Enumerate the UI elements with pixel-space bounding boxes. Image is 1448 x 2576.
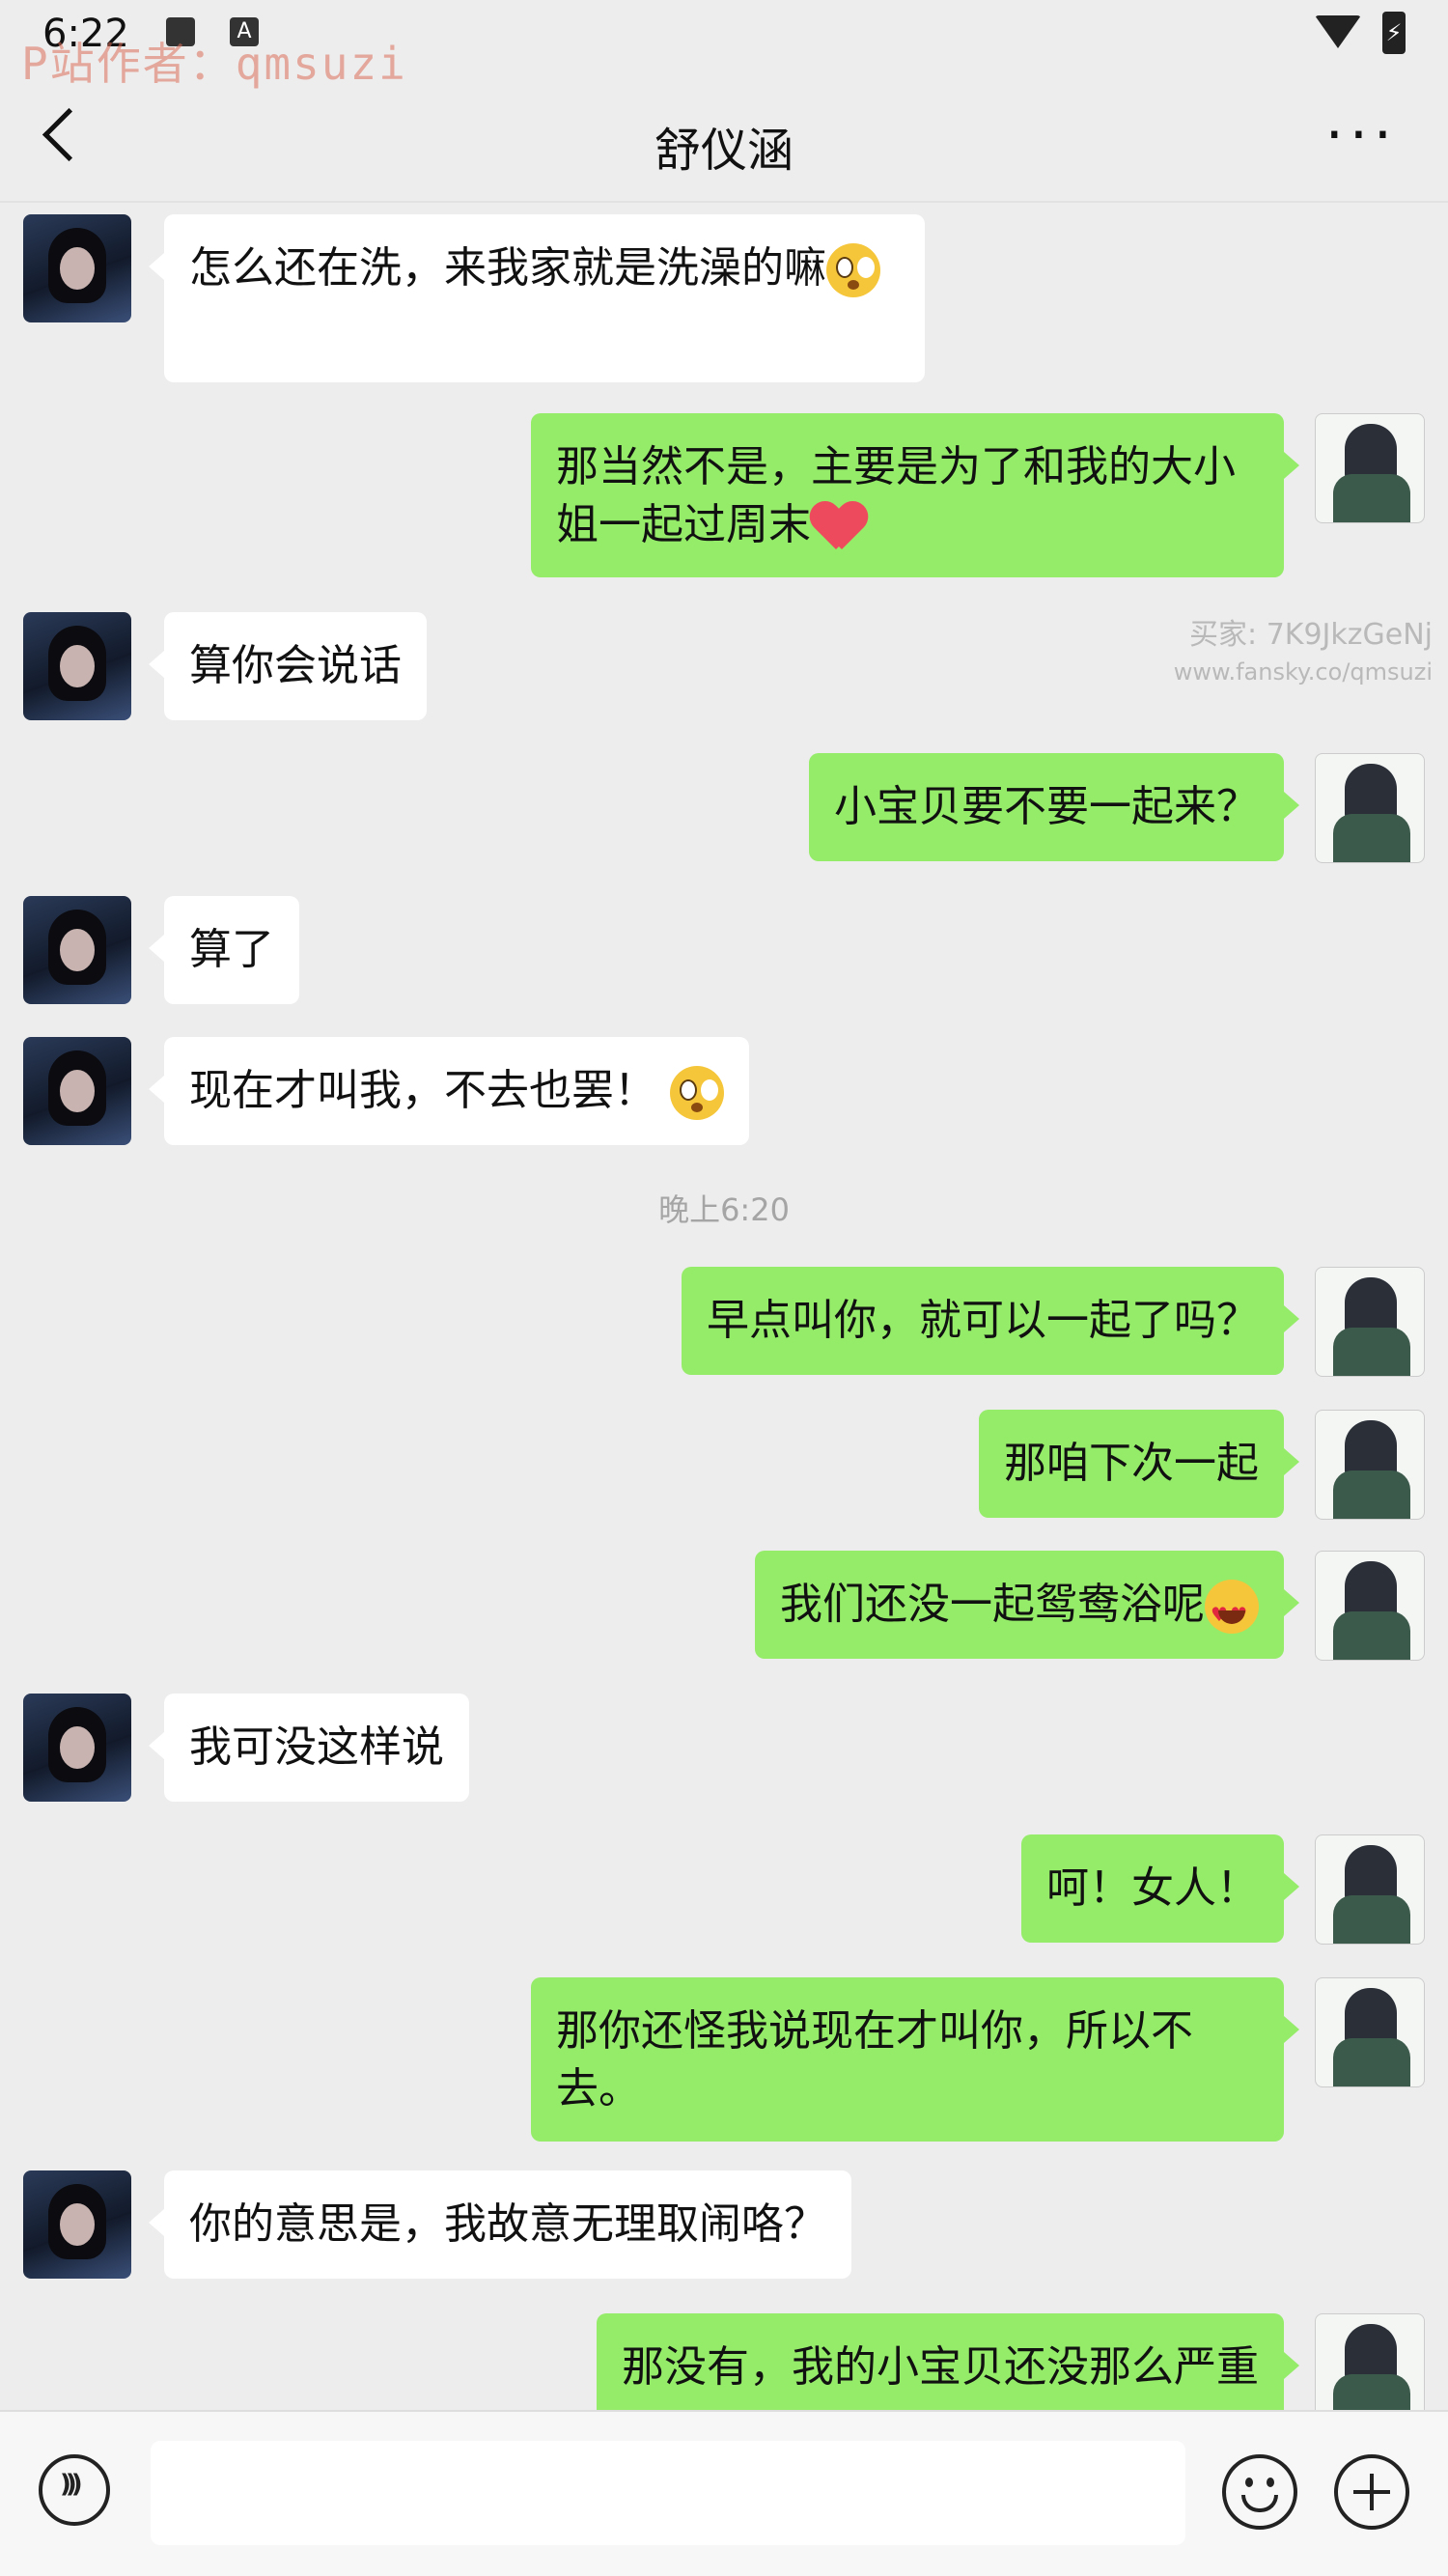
message-bubble[interactable]: 你的意思是，我故意无理取闹咯？ bbox=[149, 2170, 851, 2279]
input-bar bbox=[0, 2410, 1448, 2576]
message-input[interactable] bbox=[151, 2441, 1185, 2545]
contact-avatar[interactable] bbox=[23, 1694, 131, 1802]
message-bubble[interactable]: 怎么还在洗，来我家就是洗澡的嘛 bbox=[149, 214, 925, 382]
chat-header: 舒仪涵 ··· bbox=[0, 77, 1448, 203]
message-bubble[interactable]: 那咱下次一起 bbox=[979, 1410, 1299, 1518]
message-text: 算了 bbox=[189, 925, 274, 974]
contact-avatar[interactable] bbox=[23, 1037, 131, 1145]
message-bubble[interactable]: 我们还没一起鸳鸯浴呢 bbox=[755, 1551, 1299, 1659]
message-bubble[interactable]: 那你还怪我说现在才叫你，所以不去。 bbox=[531, 1977, 1299, 2142]
message-text: 那当然不是，主要是为了和我的大小姐一起过周末 bbox=[556, 442, 1236, 549]
message-text: 我们还没一起鸳鸯浴呢 bbox=[780, 1580, 1205, 1629]
my-avatar[interactable] bbox=[1315, 753, 1425, 863]
message-text: 我可没这样说 bbox=[189, 1722, 444, 1772]
my-avatar[interactable] bbox=[1315, 2313, 1425, 2423]
message-bubble[interactable]: 小宝贝要不要一起来？ bbox=[809, 753, 1299, 861]
message-bubble[interactable]: 我可没这样说 bbox=[149, 1694, 469, 1802]
flushed-emoji-icon bbox=[670, 1066, 724, 1120]
emoji-icon[interactable] bbox=[1222, 2454, 1297, 2530]
watermark-mid: 买家: 7K9JkzGeNj www.fansky.co/qmsuzi bbox=[1174, 610, 1433, 686]
my-avatar[interactable] bbox=[1315, 1267, 1425, 1377]
message-bubble[interactable]: 算了 bbox=[149, 896, 299, 1004]
message-text: 早点叫你，就可以一起了吗？ bbox=[707, 1296, 1259, 1345]
message-text: 那你还怪我说现在才叫你，所以不去。 bbox=[556, 2006, 1193, 2114]
battery-icon: ⚡ bbox=[1382, 12, 1406, 54]
contact-avatar[interactable] bbox=[23, 896, 131, 1004]
more-icon[interactable]: ··· bbox=[1325, 106, 1398, 164]
my-avatar[interactable] bbox=[1315, 1834, 1425, 1945]
watermark-url: www.fansky.co/qmsuzi bbox=[1173, 658, 1433, 686]
time-separator: 晚上6:20 bbox=[658, 1191, 790, 1228]
my-avatar[interactable] bbox=[1315, 1977, 1425, 2087]
message-bubble[interactable]: 现在才叫我，不去也罢！ bbox=[149, 1037, 749, 1145]
message-text: 那咱下次一起 bbox=[1004, 1439, 1259, 1488]
contact-avatar[interactable] bbox=[23, 612, 131, 720]
my-avatar[interactable] bbox=[1315, 413, 1425, 523]
message-text: 你的意思是，我故意无理取闹咯？ bbox=[189, 2199, 826, 2249]
message-text: 呵！女人！ bbox=[1046, 1863, 1259, 1913]
message-bubble[interactable]: 那没有，我的小宝贝还没那么严重 bbox=[597, 2313, 1299, 2422]
voice-icon[interactable] bbox=[39, 2454, 110, 2526]
message-bubble[interactable]: 呵！女人！ bbox=[1021, 1834, 1299, 1943]
contact-avatar[interactable] bbox=[23, 214, 131, 322]
message-bubble[interactable]: 那当然不是，主要是为了和我的大小姐一起过周末 bbox=[531, 413, 1299, 577]
message-text: 怎么还在洗，来我家就是洗澡的嘛 bbox=[189, 243, 826, 293]
message-bubble[interactable]: 早点叫你，就可以一起了吗？ bbox=[682, 1267, 1299, 1375]
message-text: 小宝贝要不要一起来？ bbox=[834, 782, 1259, 831]
contact-avatar[interactable] bbox=[23, 2170, 131, 2279]
plus-icon[interactable] bbox=[1334, 2454, 1409, 2530]
heart-emoji-icon bbox=[811, 503, 867, 551]
flushed-emoji-icon bbox=[826, 243, 880, 297]
my-avatar[interactable] bbox=[1315, 1551, 1425, 1661]
my-avatar[interactable] bbox=[1315, 1410, 1425, 1520]
message-text: 现在才叫我，不去也罢！ bbox=[189, 1066, 656, 1115]
message-text: 算你会说话 bbox=[189, 641, 402, 690]
watermark-buyer: 买家: 7K9JkzGeNj bbox=[1189, 618, 1433, 652]
wifi-icon bbox=[1315, 15, 1361, 48]
chat-title: 舒仪涵 bbox=[654, 124, 794, 178]
message-bubble[interactable]: 算你会说话 bbox=[149, 612, 427, 720]
heart-eyes-emoji-icon bbox=[1205, 1580, 1259, 1643]
message-text: 那没有，我的小宝贝还没那么严重 bbox=[622, 2342, 1259, 2392]
